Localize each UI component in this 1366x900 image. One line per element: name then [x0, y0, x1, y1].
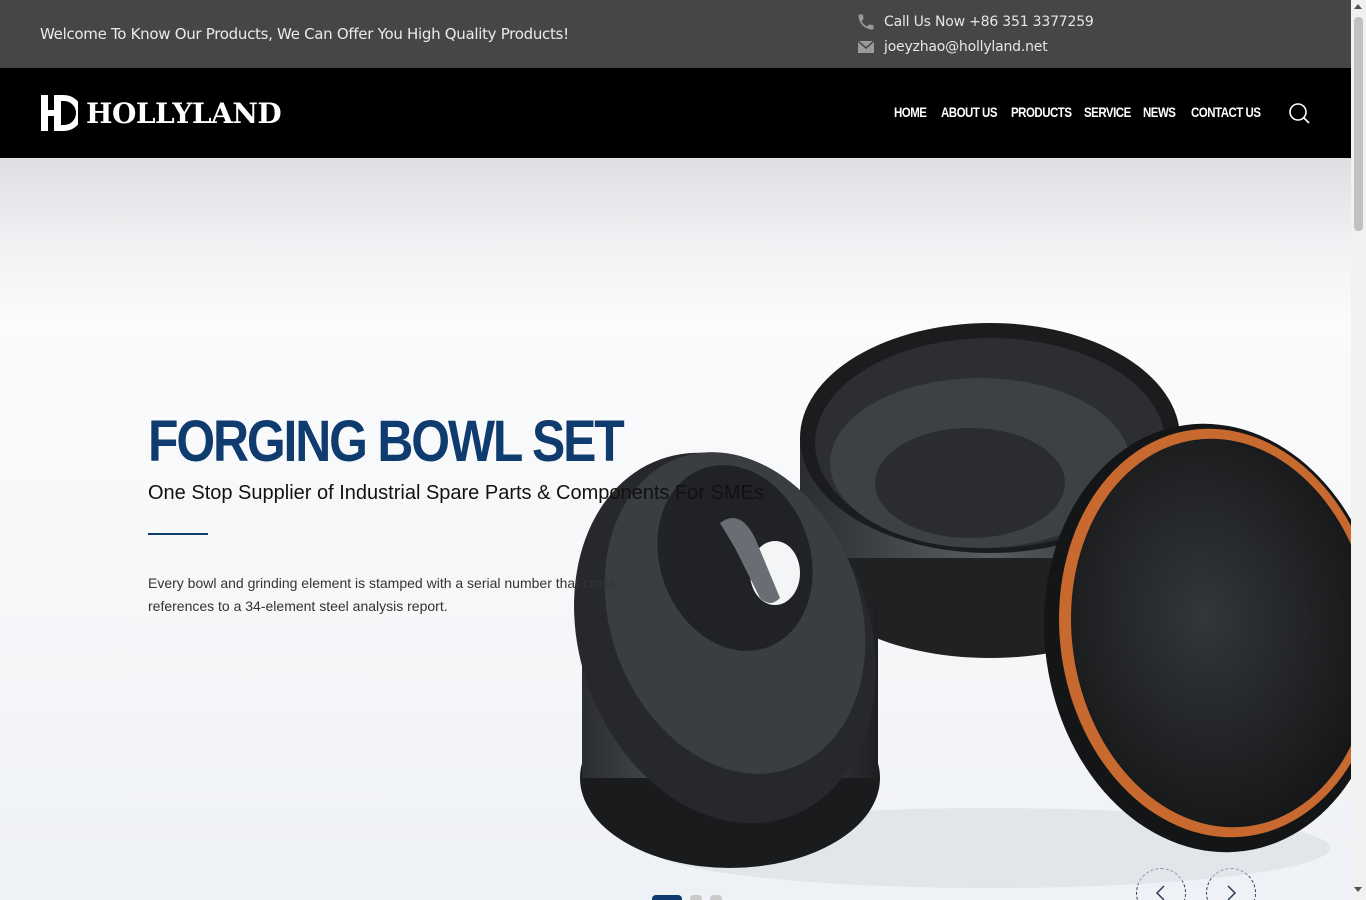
nav-contact-label: CONTACT US — [1191, 104, 1261, 120]
nav-news[interactable]: NEWS — [1143, 104, 1185, 122]
search-icon — [1289, 103, 1310, 124]
search-button[interactable] — [1287, 101, 1311, 125]
page-scrollbar[interactable] — [1351, 0, 1366, 900]
site-logo[interactable]: HOLLYLAND — [40, 94, 282, 132]
nav-about-us[interactable]: ABOUT US — [941, 104, 1011, 122]
nav-about-label: ABOUT US — [941, 104, 998, 120]
nav-home[interactable]: HOME — [894, 104, 936, 122]
hero-subtitle: One Stop Supplier of Industrial Spare Pa… — [148, 482, 764, 504]
logo-mark-icon — [41, 95, 78, 131]
hero-banner: FORGING BOWL SET One Stop Supplier of In… — [0, 158, 1351, 900]
nav-contact-us[interactable]: CONTACT US — [1191, 104, 1278, 122]
nav-service-label: SERVICE — [1084, 104, 1131, 120]
forging-bowl-set-image — [574, 323, 1351, 888]
hero-divider — [148, 533, 208, 535]
phone-contact[interactable]: Call Us Now +86 351 3377259 — [856, 12, 1094, 32]
nav-news-label: NEWS — [1143, 104, 1176, 120]
email-text: joeyzhao@hollyland.net — [884, 39, 1048, 55]
nav-home-label: HOME — [894, 104, 927, 120]
phone-text: Call Us Now +86 351 3377259 — [884, 14, 1094, 30]
nav-service[interactable]: SERVICE — [1084, 104, 1143, 122]
hero-description: Every bowl and grinding element is stamp… — [148, 575, 622, 614]
scroll-down-icon[interactable] — [1354, 887, 1362, 892]
welcome-text: Welcome To Know Our Products, We Can Off… — [40, 25, 569, 43]
scroll-thumb[interactable] — [1354, 17, 1363, 231]
top-info-bar: Welcome To Know Our Products, We Can Off… — [0, 0, 1351, 68]
mail-icon — [856, 37, 876, 57]
nav-products-label: PRODUCTS — [1011, 104, 1072, 120]
phone-icon — [856, 12, 876, 32]
scroll-up-icon[interactable] — [1354, 4, 1362, 9]
hero-title: FORGING BOWL SET — [148, 409, 625, 474]
nav-products[interactable]: PRODUCTS — [1011, 104, 1087, 122]
logo-text: HOLLYLAND — [86, 96, 282, 130]
email-contact[interactable]: joeyzhao@hollyland.net — [856, 37, 1048, 57]
